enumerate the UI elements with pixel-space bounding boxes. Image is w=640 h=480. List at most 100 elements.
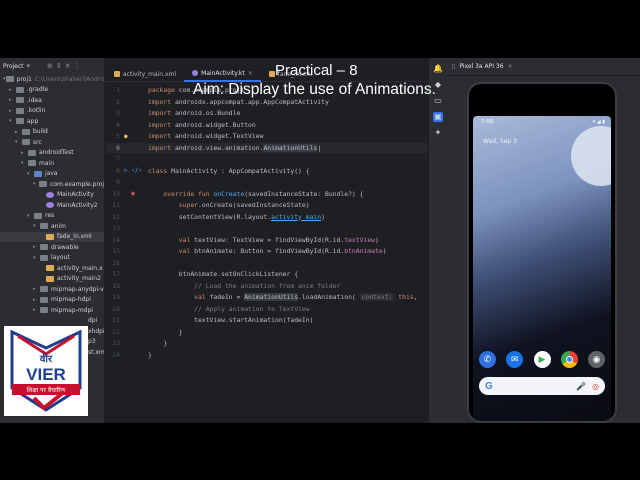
- microphone-icon[interactable]: 🎤: [576, 382, 586, 391]
- chevron-down-icon[interactable]: ▾: [21, 160, 28, 166]
- close-icon[interactable]: ×: [508, 63, 513, 70]
- tree-item[interactable]: ▸ androidTest: [0, 148, 104, 159]
- chevron-right-icon[interactable]: ▸: [9, 97, 16, 103]
- chevron-right-icon[interactable]: ▸: [33, 244, 40, 250]
- folder-icon: [16, 97, 24, 104]
- tree-item[interactable]: ▾ app: [0, 116, 104, 127]
- phone-icon: ▯: [452, 63, 456, 70]
- running-devices-panel: ▯ Pixel 3a API 36 × 7:00 ▾ ◢ ▮ Wed, Sep …: [446, 58, 640, 423]
- xml-icon: [46, 233, 54, 240]
- chevron-right-icon[interactable]: ▸: [33, 307, 40, 313]
- tree-item[interactable]: ▸ .kotlin: [0, 106, 104, 117]
- line-number: 2: [116, 97, 120, 106]
- logo-main-text: VIER: [26, 365, 66, 384]
- close-icon[interactable]: ✕: [65, 62, 71, 70]
- code-line-current: 6 import android.view.animation.Animation…: [106, 142, 430, 153]
- tree-item[interactable]: ▾ layout: [0, 253, 104, 264]
- chevron-right-icon[interactable]: ▸: [15, 129, 22, 135]
- tree-item-label: .kotlin: [27, 107, 46, 115]
- tab-activity-main-xml[interactable]: activity_main.xml: [106, 66, 184, 82]
- tree-item[interactable]: MainActivity: [0, 190, 104, 201]
- chevron-down-icon[interactable]: ▾: [33, 223, 40, 229]
- kotlin-file-icon: [192, 70, 199, 76]
- tree-item[interactable]: ▾proj1C:\Users\shaheri\AndroidS: [0, 74, 104, 85]
- tree-item[interactable]: ▾ src: [0, 137, 104, 148]
- tree-item-label: src: [33, 138, 42, 146]
- tab-main-activity-kt[interactable]: MainActivity.kt ×: [184, 66, 261, 82]
- tree-item[interactable]: ▾ anim: [0, 221, 104, 232]
- tree-item[interactable]: activity_main.x: [0, 263, 104, 274]
- app-dock: ✆ ✉ ▶ ◉: [479, 351, 605, 368]
- code-line: 24}: [106, 350, 430, 360]
- tree-item[interactable]: ▸ mipmap-mdpi: [0, 305, 104, 316]
- line-number: 22: [112, 327, 120, 336]
- override-gutter-icon[interactable]: ◉: [124, 190, 148, 197]
- tree-item[interactable]: ▸ build: [0, 127, 104, 138]
- tree-item-label: com.example.proj: [50, 180, 104, 188]
- tree-item-label: main: [39, 159, 54, 167]
- gemini-icon[interactable]: ✦: [433, 128, 443, 138]
- close-tab-icon[interactable]: ×: [248, 70, 253, 77]
- tab-label: activity_main.xml: [123, 70, 177, 78]
- google-search-bar[interactable]: G 🎤 ◎: [479, 377, 605, 395]
- tree-item[interactable]: MainActivity2: [0, 200, 104, 211]
- run-gutter-icon[interactable]: ▷ ‹/›: [124, 167, 148, 174]
- code-line: 5 ● import android.widget.TextView: [106, 131, 430, 141]
- chevron-down-icon[interactable]: ▾: [9, 118, 16, 124]
- expand-icon[interactable]: ⇕: [56, 62, 62, 70]
- project-panel-title: Project: [3, 62, 24, 70]
- project-panel-header[interactable]: Project ▾ ⊕ ⇕ ✕ ⋮: [0, 58, 104, 74]
- chevron-right-icon[interactable]: ▸: [33, 297, 40, 303]
- tree-item-label: anim: [51, 222, 66, 230]
- folder-icon: [39, 181, 48, 188]
- chevron-right-icon[interactable]: ▸: [9, 87, 16, 93]
- folder-icon: [40, 286, 48, 293]
- chevron-down-icon[interactable]: ▾: [15, 139, 22, 145]
- options-icon[interactable]: ⋮: [74, 62, 81, 70]
- line-number: 18: [112, 281, 120, 290]
- line-number: 15: [112, 247, 120, 255]
- target-icon[interactable]: ⊕: [47, 62, 53, 70]
- tree-item[interactable]: ▾ java: [0, 169, 104, 180]
- phone-screen[interactable]: 7:00 ▾ ◢ ▮ Wed, Sep 3 ✆ ✉ ▶ ◉ G 🎤 ◎: [473, 116, 611, 421]
- running-devices-icon[interactable]: ▣: [433, 112, 443, 122]
- chevron-right-icon[interactable]: ▸: [33, 286, 40, 292]
- line-number: 12: [112, 212, 120, 221]
- tree-item[interactable]: ▸ mipmap-hdpi: [0, 295, 104, 306]
- messages-app-icon[interactable]: ✉: [506, 351, 524, 368]
- tree-item-label: layout: [51, 254, 70, 262]
- code-line: 7: [106, 154, 430, 164]
- tree-item[interactable]: ▸ mipmap-anydpi-v: [0, 284, 104, 295]
- camera-app-icon[interactable]: ◉: [588, 351, 605, 368]
- tree-item[interactable]: ▸ .idea: [0, 95, 104, 106]
- tree-item[interactable]: ▸ drawable: [0, 242, 104, 253]
- device-tab[interactable]: ▯ Pixel 3a API 36 ×: [446, 58, 640, 76]
- tree-item[interactable]: ▾ main: [0, 158, 104, 169]
- line-number: 5: [116, 132, 120, 140]
- chevron-right-icon[interactable]: ▸: [21, 150, 28, 156]
- tree-item[interactable]: ▾ com.example.proj: [0, 179, 104, 190]
- chrome-icon[interactable]: [560, 351, 578, 368]
- chevron-down-icon[interactable]: ▾: [33, 255, 40, 261]
- tree-item[interactable]: dpi: [0, 316, 104, 327]
- code-editor[interactable]: 1 package com.example.proj1 2 import andro…: [106, 85, 430, 423]
- tree-item-label: proj1: [16, 75, 32, 83]
- tree-item[interactable]: fade_in.xml: [0, 231, 104, 242]
- chevron-down-icon[interactable]: ▾: [27, 171, 34, 177]
- chevron-down-icon[interactable]: ▾: [27, 62, 31, 70]
- chevron-down-icon[interactable]: ▾: [27, 213, 34, 219]
- folder-icon: [28, 160, 36, 167]
- tree-item[interactable]: ▾ res: [0, 211, 104, 222]
- folder-icon: [34, 212, 42, 219]
- lightbulb-icon[interactable]: ●: [124, 133, 128, 140]
- tree-item[interactable]: activity_main2: [0, 274, 104, 285]
- phone-frame: 7:00 ▾ ◢ ▮ Wed, Sep 3 ✆ ✉ ▶ ◉ G 🎤 ◎: [467, 82, 617, 423]
- play-store-icon[interactable]: ▶: [533, 351, 551, 368]
- project-tree: ▾proj1C:\Users\shaheri\AndroidS▸.gradle▸…: [0, 74, 104, 358]
- folder-icon: [16, 107, 24, 114]
- phone-app-icon[interactable]: ✆: [479, 351, 496, 368]
- lens-icon[interactable]: ◎: [592, 382, 599, 391]
- chevron-right-icon[interactable]: ▸: [9, 108, 16, 114]
- notifications-icon[interactable]: 🔔: [433, 64, 443, 74]
- tree-item[interactable]: ▸ .gradle: [0, 85, 104, 96]
